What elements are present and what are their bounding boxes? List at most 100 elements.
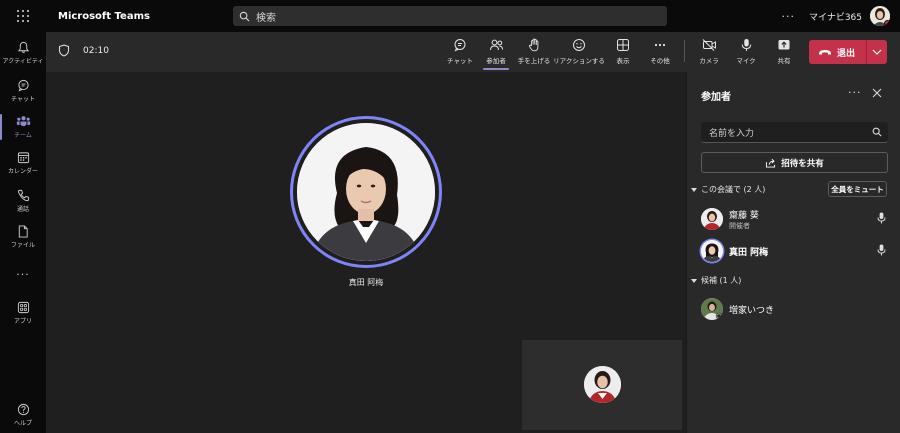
hang-up-icon — [819, 50, 831, 55]
help-icon — [17, 403, 29, 416]
profile-avatar[interactable] — [870, 6, 890, 26]
rail-item-label: アプリ — [13, 318, 32, 325]
mute-all-button[interactable]: 全員をミュート — [828, 181, 887, 197]
share-invite-label: 招待を共有 — [781, 158, 824, 169]
candidate-avatar — [701, 298, 723, 320]
participant-search-input[interactable]: 名前を入力 — [701, 122, 888, 143]
share-screen-icon — [778, 40, 790, 50]
toolbar-divider — [684, 40, 685, 62]
raise-hand-label: 手を上げる — [517, 57, 551, 65]
rail-item-activity[interactable]: アクティビティ — [0, 36, 46, 70]
search-input[interactable]: 検索 — [233, 6, 667, 26]
self-view-tile[interactable] — [522, 340, 682, 430]
in-meeting-header: この会議で (2 人) — [701, 185, 766, 194]
self-portrait — [584, 366, 621, 403]
rail-item-files[interactable]: ファイル — [0, 220, 46, 254]
view-button[interactable]: 表示 — [610, 38, 636, 70]
chat-label: チャット — [447, 57, 473, 65]
rail-item-calls[interactable]: 通話 — [0, 184, 46, 218]
chat-button[interactable]: チャット — [446, 38, 474, 70]
react-label: リアクションする — [553, 57, 605, 65]
organization-name[interactable]: マイナビ365 — [809, 10, 862, 23]
file-icon — [18, 225, 28, 238]
candidate-name: 増家いつき — [729, 306, 775, 316]
chat-icon — [454, 39, 466, 52]
shield-icon[interactable] — [58, 44, 70, 57]
rail-item-help[interactable]: ヘルプ — [0, 398, 46, 432]
candidate-row[interactable]: 増家いつき — [701, 296, 891, 324]
waffle-icon — [17, 10, 29, 22]
self-avatar — [584, 366, 621, 403]
share-label: 共有 — [777, 57, 791, 65]
participants-label: 参加者 — [486, 57, 506, 65]
camera-off-icon — [702, 39, 716, 51]
more-apps-icon[interactable]: ··· — [0, 268, 46, 281]
candidates-section-toggle[interactable]: 候補 (1 人) — [691, 275, 741, 286]
camera-label: カメラ — [699, 57, 719, 65]
view-label: 表示 — [616, 57, 630, 65]
bell-icon — [17, 41, 29, 53]
raise-hand-button[interactable]: 手を上げる — [516, 38, 552, 70]
call-toolbar: 02:10 チャット 参加者 手を上げる リアクションする 表示 その他 カメラ… — [46, 32, 900, 72]
chevron-down-icon — [872, 49, 882, 55]
panel-title: 参加者 — [701, 92, 731, 103]
more-horizontal-icon — [654, 43, 666, 47]
chat-icon — [17, 79, 29, 92]
microphone-icon — [877, 212, 886, 224]
leave-button[interactable]: 退出 — [809, 40, 887, 64]
rail-item-teams[interactable]: チーム — [0, 110, 46, 144]
phone-icon — [17, 189, 29, 202]
smiley-icon — [573, 39, 585, 51]
react-button[interactable]: リアクションする — [553, 38, 605, 70]
app-launcher-button[interactable] — [0, 0, 46, 32]
leave-options-button[interactable] — [867, 40, 887, 64]
call-timer: 02:10 — [83, 46, 109, 56]
rail-item-chat[interactable]: チャット — [0, 74, 46, 108]
caret-down-icon — [691, 278, 697, 283]
participant-search-placeholder: 名前を入力 — [709, 128, 755, 139]
speaker-photo — [297, 123, 435, 261]
meeting-stage: 真田 阿梅 — [46, 72, 686, 433]
speaker-avatar[interactable] — [290, 116, 442, 268]
people-icon — [489, 39, 503, 51]
rail-item-label: カレンダー — [7, 168, 38, 175]
rail-item-label: アクティビティ — [2, 58, 44, 65]
close-icon[interactable] — [872, 88, 882, 98]
speaker-portrait — [297, 123, 435, 261]
rail-item-label: 通話 — [16, 206, 29, 213]
participants-button[interactable]: 参加者 — [481, 38, 511, 70]
rail-item-apps[interactable]: アプリ — [0, 296, 46, 330]
participants-panel: 参加者 ··· 名前を入力 招待を共有 この会議で (2 人) 全員をミュート … — [686, 72, 900, 433]
rail-item-calendar[interactable]: カレンダー — [0, 146, 46, 180]
title-bar: Microsoft Teams 検索 ··· マイナビ365 — [0, 0, 900, 32]
rail-item-label: ヘルプ — [13, 420, 32, 427]
more-actions-button[interactable]: その他 — [646, 38, 674, 70]
leave-label: 退出 — [837, 48, 856, 59]
calendar-icon — [17, 152, 29, 164]
presence-status-icon — [884, 20, 890, 26]
leave-main-button[interactable]: 退出 — [809, 40, 866, 64]
mic-button[interactable]: マイク — [734, 38, 758, 70]
apps-icon — [17, 301, 29, 314]
rail-item-label: チーム — [14, 132, 32, 139]
share-button[interactable]: 共有 — [772, 38, 796, 70]
participant-row[interactable]: 齋藤 葵 開催者 — [701, 206, 891, 234]
participant-name: 齋藤 葵 — [729, 211, 759, 221]
speaker-name: 真田 阿梅 — [348, 278, 384, 287]
participant-name: 真田 阿梅 — [729, 248, 769, 258]
search-placeholder: 検索 — [256, 12, 276, 24]
candidates-header: 候補 (1 人) — [701, 276, 742, 285]
teams-icon — [16, 116, 30, 127]
camera-button[interactable]: カメラ — [696, 38, 722, 70]
more-label: その他 — [650, 57, 670, 65]
in-meeting-section-toggle[interactable]: この会議で (2 人) — [691, 184, 765, 195]
share-invite-button[interactable]: 招待を共有 — [701, 152, 888, 173]
participant-role: 開催者 — [729, 222, 750, 230]
app-title: Microsoft Teams — [58, 10, 150, 22]
more-options-icon[interactable]: ··· — [782, 10, 796, 23]
participant-avatar — [701, 240, 723, 262]
participant-row[interactable]: 真田 阿梅 — [701, 238, 891, 266]
hand-icon — [528, 38, 538, 52]
panel-more-options-icon[interactable]: ··· — [848, 86, 862, 99]
rail-item-label: ファイル — [10, 242, 35, 249]
